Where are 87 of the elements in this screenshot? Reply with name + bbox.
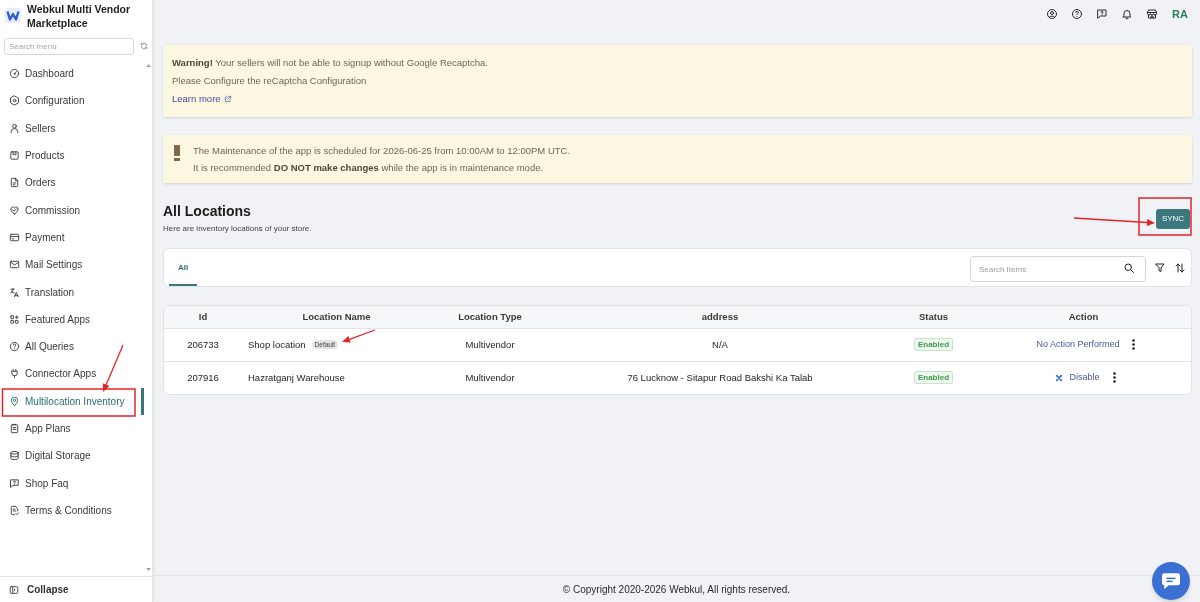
highlight-frame [1138,197,1192,236]
database-icon [9,450,20,462]
plug-icon [9,368,20,380]
sidebar-item[interactable]: App Plans [0,414,145,443]
store-icon[interactable] [1146,8,1159,20]
chat-question-icon [9,477,20,489]
document-icon [9,177,20,189]
clipboard-icon [9,423,20,434]
app-title: Webkul Multi Vendor Marketplace [27,2,132,30]
sidebar-item[interactable]: Digital Storage [0,442,145,470]
table-cell: Hazratganj Warehouse [248,370,345,385]
external-link-icon [223,95,232,103]
sidebar-item[interactable]: Orders [0,169,145,197]
disable-button[interactable]: Disable [1055,371,1100,385]
bell-icon[interactable] [1121,8,1134,20]
column-header: Action [1068,309,1099,324]
gauge-icon [9,68,20,80]
sidebar-item[interactable]: Connector Apps [0,360,145,388]
more-options-icon[interactable] [1131,339,1135,351]
more-options-icon[interactable] [1112,372,1116,384]
column-header: Status [918,309,948,324]
notice-text: It is recommended DO NOT make changes while the app is in maintenance mode. [193,161,545,175]
refresh-icon[interactable] [140,42,148,50]
filter-icon[interactable] [1154,261,1166,274]
sidebar-item[interactable]: All Queries [0,332,145,361]
notice-text: The Maintenance of the app is scheduled for 2026-06-25 from 10:00AM to 12:00PM UTC. [193,144,571,158]
sync-button[interactable]: SYNC [1156,209,1190,229]
avatar-initials[interactable]: RA [1172,5,1188,23]
sidebar-item[interactable]: Translation [0,278,145,306]
user-circle-icon[interactable] [1046,8,1059,20]
translate-icon [9,286,20,298]
sidebar-item[interactable]: Dashboard [0,60,145,88]
column-header: Id [198,309,208,324]
sidebar-item[interactable]: Terms & Conditions [0,496,145,525]
annotation-arrow [342,329,376,343]
hexagon-icon [9,95,20,107]
chat-question-icon[interactable] [1096,8,1109,20]
page-title: All Locations [163,202,252,220]
sidebar-panel-icon [9,584,19,595]
collapse-button[interactable]: Collapse [9,582,69,597]
table-cell: N/A [712,337,728,352]
map-pin-icon [9,395,20,407]
chat-bubble-icon [1162,573,1180,589]
copyright-text: © Copyright 2020-2026 Webkul, All rights reserved. [562,582,791,597]
learn-more-link[interactable]: Learn more [172,91,232,107]
status-tag: Enabled [913,371,954,385]
person-icon [9,122,20,134]
exclamation-icon [174,145,180,161]
heart-icon [9,204,20,216]
notice-text: Warning! Your sellers will not be able to signup without Google Recaptcha. [172,56,489,70]
sidebar-item[interactable]: Featured Apps [0,305,145,333]
logo-icon [5,8,21,23]
document-check-icon [9,504,20,516]
table-cell: 207916 [187,370,219,385]
help-icon[interactable] [1071,8,1084,20]
search-field[interactable]: Search menu [4,37,134,55]
envelope-icon [9,259,20,271]
table-cell: Multivendor [465,370,515,385]
column-header: address [701,309,739,324]
question-circle-icon [9,341,20,353]
sidebar-item[interactable]: Commission [0,196,145,224]
page-subtitle: Here are inventory locations of your store. [163,223,312,235]
action-status-text: No Action Performed [1036,338,1120,351]
table-cell: 76 Lucknow - Sitapur Road Bakshi Ka Talab [627,370,813,385]
table-cell: 206733 [187,337,219,352]
bookmark-square-icon [9,150,20,162]
sort-icon[interactable] [1174,261,1186,274]
sidebar-item[interactable]: Shop Faq [0,469,145,497]
tab[interactable]: All [169,249,198,286]
sidebar-item[interactable]: Payment [0,223,145,252]
sidebar-item[interactable]: Configuration [0,87,145,115]
search-field[interactable]: Search Items [970,256,1146,282]
sidebar-item[interactable]: Mail Settings [0,251,145,279]
x-mark-icon [1055,373,1064,382]
grid-plus-icon [9,313,20,325]
sidebar-item[interactable]: Products [0,141,145,170]
card-icon [9,231,20,243]
annotation-arrow [102,344,124,392]
column-header: Location Name [302,309,371,324]
column-header: Location Type [458,309,522,324]
notice-text: Please Configure the reCaptcha Configuration [172,74,368,88]
chat-button[interactable] [1152,562,1190,600]
sidebar-item[interactable]: Sellers [0,114,145,142]
table-cell: Shop location [248,337,306,352]
search-icon[interactable] [1123,261,1135,274]
table-cell: Multivendor [465,337,515,352]
status-tag: Enabled [913,338,954,352]
